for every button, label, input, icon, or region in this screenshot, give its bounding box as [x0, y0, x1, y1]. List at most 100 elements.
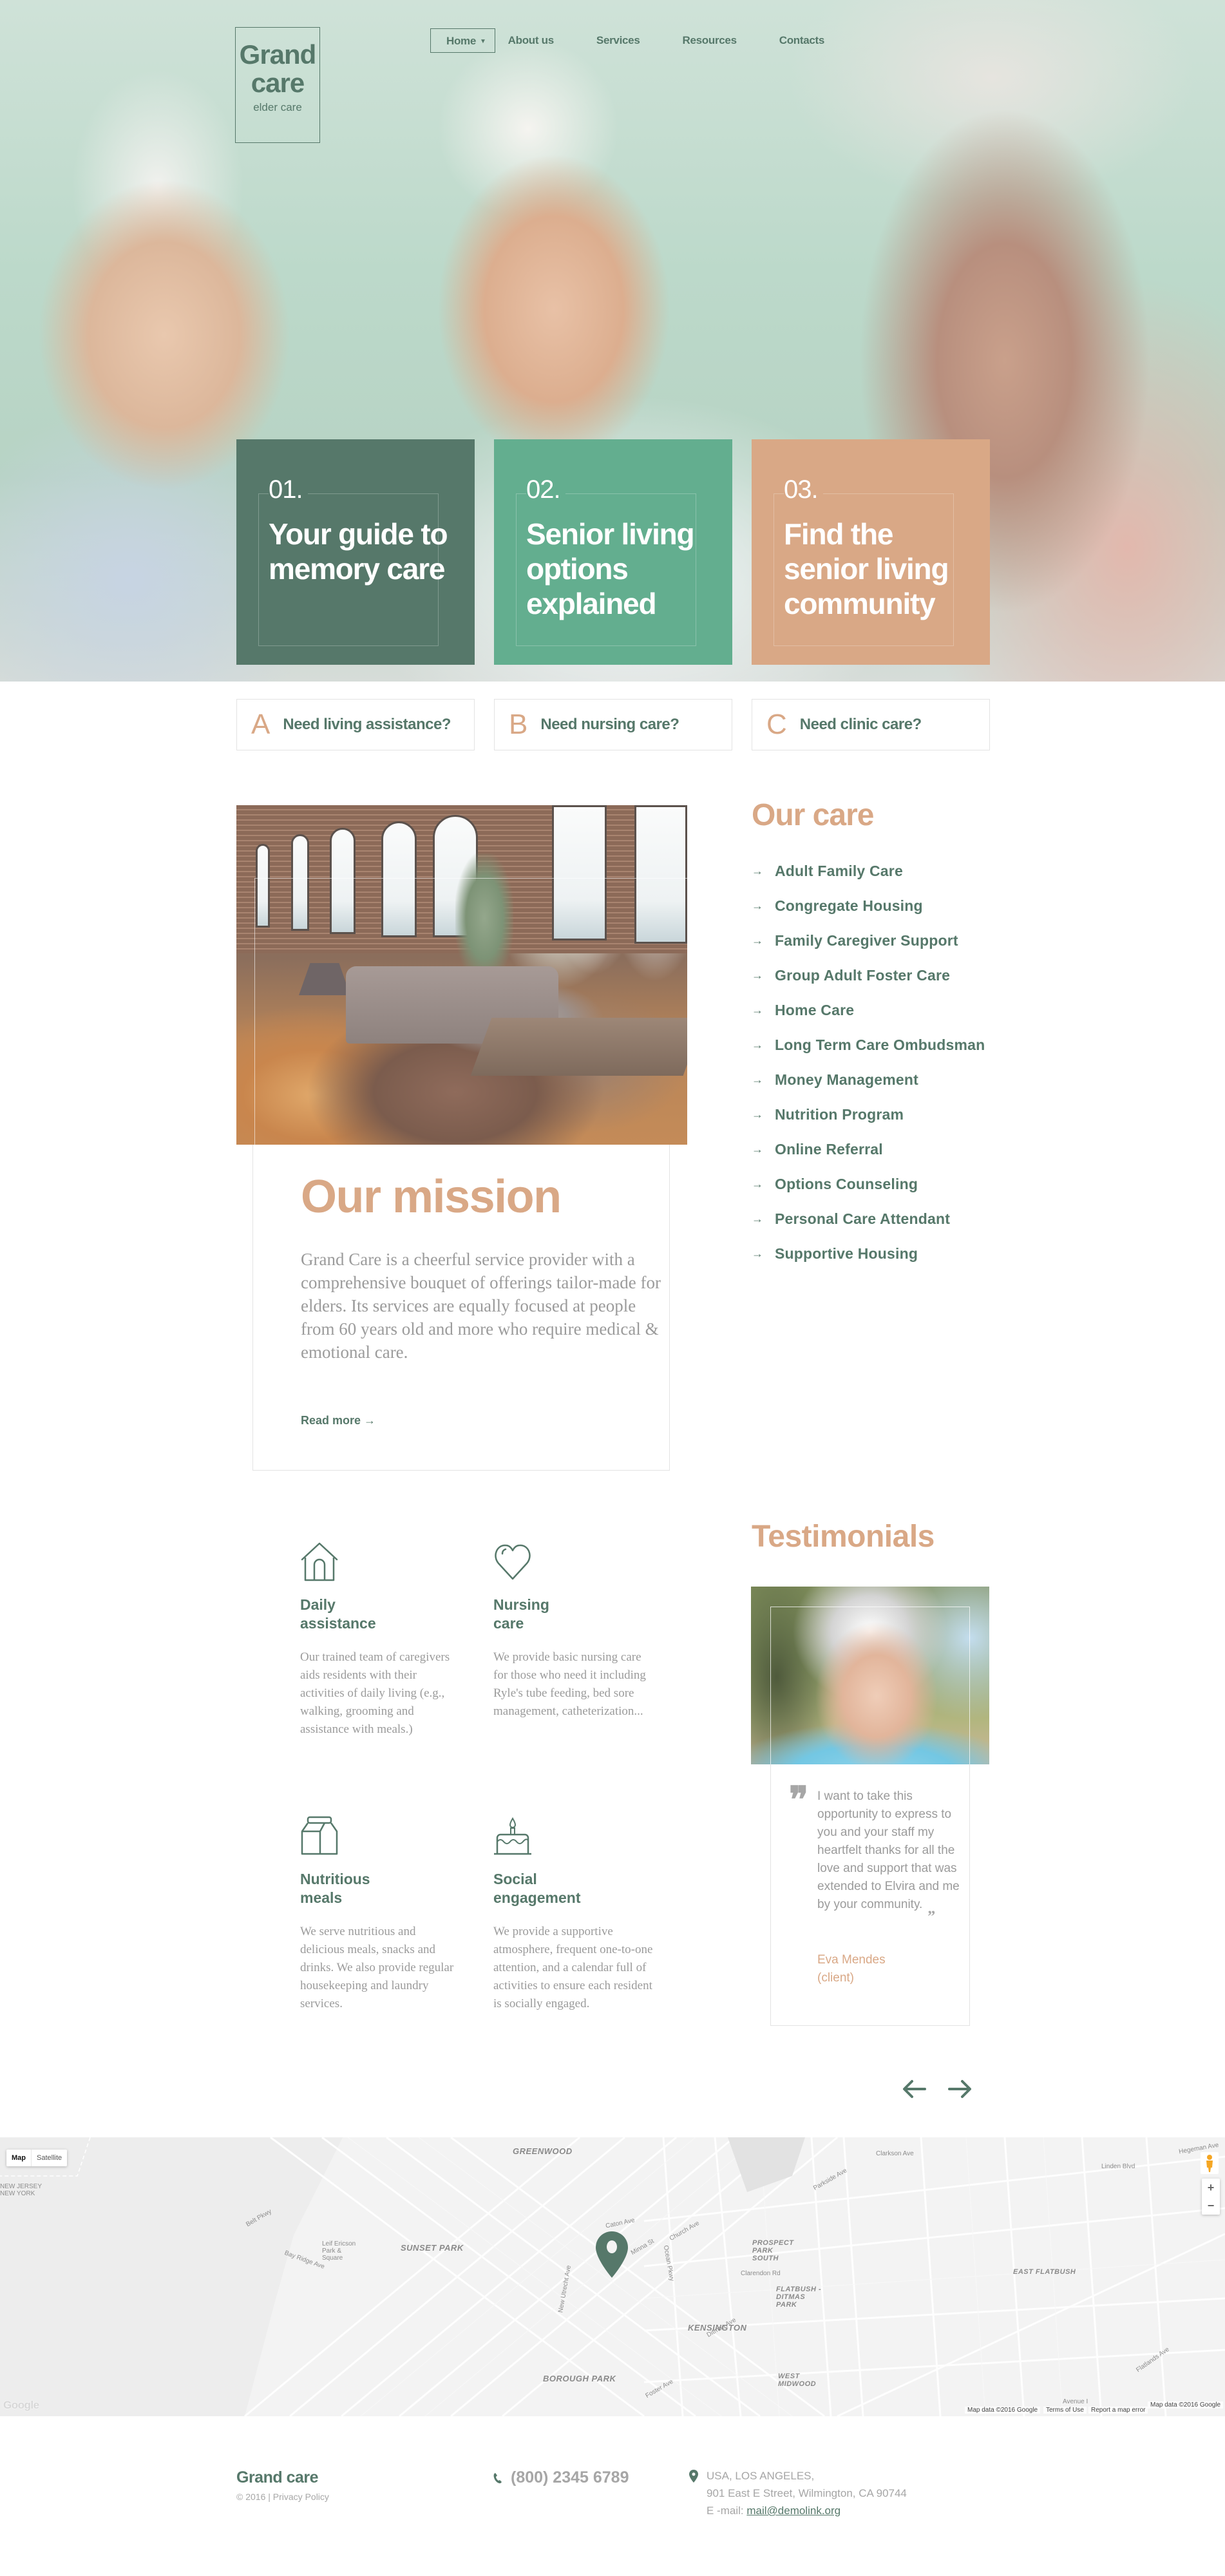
map-area-label: SUNSET PARK: [401, 2243, 464, 2253]
care-list-item[interactable]: → Congregate Housing: [752, 888, 985, 923]
arrow-right-icon: →: [752, 1073, 763, 1086]
logo[interactable]: Grand care elder care: [235, 27, 320, 143]
location-map[interactable]: GREENWOOD SUNSET PARK PROSPECT PARK SOUT…: [0, 2137, 1225, 2416]
feature-social-engagement: Social engagement We provide a supportiv…: [493, 1816, 654, 2013]
privacy-policy-link[interactable]: Privacy Policy: [273, 2492, 329, 2502]
street-view-pegman-icon[interactable]: [1201, 2152, 1219, 2174]
map-area-label: FLATBUSH - DITMAS PARK: [776, 2285, 822, 2309]
address-line-1: USA, LOS ANGELES,: [707, 2470, 815, 2482]
mission-title: Our mission: [301, 1171, 562, 1223]
care-list-item[interactable]: → Home Care: [752, 993, 985, 1027]
care-item-label: Nutrition Program: [775, 1105, 904, 1123]
question-letter: C: [766, 709, 787, 740]
arrow-right-icon: →: [752, 1177, 763, 1190]
client-photo: [751, 1587, 989, 1764]
phone-number[interactable]: (800) 2345 6789: [511, 2468, 629, 2487]
map-street-label: Clarkson Ave: [876, 2150, 914, 2157]
map-area-label: WEST MIDWOOD: [778, 2372, 817, 2388]
arrow-right-icon: →: [752, 899, 763, 912]
living-room-image: [236, 805, 687, 1145]
care-list-item[interactable]: → Long Term Care Ombudsman: [752, 1027, 985, 1062]
birthday-cake-icon: [494, 1817, 531, 1855]
map-area-label: PROSPECT PARK SOUTH: [752, 2239, 794, 2262]
zoom-out-icon[interactable]: −: [1202, 2197, 1220, 2215]
map-zoom-control: + −: [1202, 2179, 1220, 2215]
testimonial-text: I want to take this opportunity to expre…: [817, 1789, 960, 1917]
next-arrow-icon[interactable]: [947, 2077, 973, 2101]
card-title: Your guide to memory care: [269, 517, 448, 586]
care-item-label: Home Care: [775, 1001, 855, 1018]
testimonials-title: Testimonials: [752, 1520, 935, 1554]
quote-open-icon: ❞: [789, 1780, 808, 1820]
hero-card-senior-living-options[interactable]: 02. Senior living options explained: [494, 439, 732, 665]
feature-title: Daily assistance: [300, 1596, 376, 1632]
caret-down-icon: ▼: [480, 38, 486, 45]
satellite-view-button[interactable]: Satellite: [31, 2150, 67, 2166]
hero-card-memory-care[interactable]: 01. Your guide to memory care: [236, 439, 475, 665]
feature-title: Social engagement: [493, 1871, 581, 1906]
map-area-label: GREENWOOD: [513, 2146, 573, 2156]
email-line: E -mail: mail@demolink.org: [707, 2504, 841, 2517]
arrow-right-icon: →: [752, 933, 763, 947]
map-view-button[interactable]: Map: [6, 2150, 31, 2166]
feature-text: We provide basic nursing care for those …: [493, 1650, 646, 1718]
prev-arrow-icon[interactable]: [902, 2077, 927, 2101]
nav-resources[interactable]: Resources: [682, 28, 737, 53]
nav-services[interactable]: Services: [596, 28, 640, 53]
testimonial-author: Eva Mendes: [817, 1953, 886, 1967]
footer-address: USA, LOS ANGELES, 901 East E Street, Wil…: [689, 2467, 907, 2519]
care-list-item[interactable]: → Money Management: [752, 1062, 985, 1097]
map-attribution-right: Map data ©2016 Google: [1148, 2401, 1224, 2409]
care-list-item[interactable]: → Adult Family Care: [752, 854, 985, 888]
care-list-item[interactable]: → Family Caregiver Support: [752, 923, 985, 958]
testimonial-card: ❞ I want to take this opportunity to exp…: [770, 1764, 970, 2026]
question-text: Need nursing care?: [540, 716, 679, 733]
map-pin-icon[interactable]: [596, 2231, 628, 2278]
arrow-right-icon: →: [752, 1246, 763, 1260]
read-more-link[interactable]: Read more →: [301, 1414, 375, 1427]
milk-carton-icon: [301, 1816, 338, 1855]
feature-daily-assistance: Daily assistance Our trained team of car…: [300, 1541, 461, 1739]
feature-text: We serve nutritious and delicious meals,…: [300, 1925, 454, 2010]
care-item-label: Options Counseling: [775, 1175, 918, 1192]
map-terms-link[interactable]: Terms of Use: [1043, 2407, 1087, 2414]
hero-card-find-community[interactable]: 03. Find the senior living community: [752, 439, 990, 665]
nav-home[interactable]: Home ▼: [430, 28, 495, 53]
mission-card: Our mission Grand Care is a cheerful ser…: [252, 1145, 670, 1471]
question-nursing-care[interactable]: B Need nursing care?: [494, 699, 732, 750]
care-item-label: Money Management: [775, 1071, 919, 1088]
hero-cards: 01. Your guide to memory care 02. Senior…: [236, 439, 990, 665]
image-frame: [254, 878, 687, 1145]
care-item-label: Personal Care Attendant: [775, 1210, 951, 1227]
feature-nutritious-meals: Nutritious meals We serve nutritious and…: [300, 1816, 461, 2013]
testimonial-slider-nav: [902, 2077, 973, 2101]
care-list-item[interactable]: → Nutrition Program: [752, 1097, 985, 1132]
zoom-in-icon[interactable]: +: [1202, 2179, 1220, 2197]
care-list-item[interactable]: → Supportive Housing: [752, 1236, 985, 1271]
footer-copyright: © 2016 | Privacy Policy: [236, 2492, 329, 2502]
arrow-right-icon: →: [752, 1003, 763, 1016]
arrow-right-icon: →: [752, 1142, 763, 1156]
card-title: Find the senior living community: [784, 517, 949, 620]
hero-section: Grand care elder care Home ▼ About us Ser…: [0, 0, 1225, 682]
care-list-item[interactable]: → Personal Care Attendant: [752, 1201, 985, 1236]
email-link[interactable]: mail@demolink.org: [746, 2504, 840, 2517]
care-questions: A Need living assistance? B Need nursing…: [236, 699, 990, 750]
care-item-label: Online Referral: [775, 1140, 883, 1158]
map-area-label: BOROUGH PARK: [543, 2374, 616, 2383]
question-living-assistance[interactable]: A Need living assistance?: [236, 699, 475, 750]
feature-text: Our trained team of caregivers aids resi…: [300, 1650, 450, 1736]
nav-about-us[interactable]: About us: [508, 28, 555, 53]
care-item-label: Family Caregiver Support: [775, 931, 958, 949]
footer-brand: Grand care: [236, 2468, 319, 2486]
map-street-label: Linden Blvd: [1101, 2163, 1135, 2170]
care-list-item[interactable]: → Group Adult Foster Care: [752, 958, 985, 993]
nav-contacts[interactable]: Contacts: [779, 28, 825, 53]
map-report-link[interactable]: Report a map error: [1088, 2407, 1148, 2414]
feature-nursing-care: Nursing care We provide basic nursing ca…: [493, 1541, 654, 1721]
logo-name: Grand care: [239, 39, 317, 98]
care-list-item[interactable]: → Online Referral: [752, 1132, 985, 1167]
care-item-label: Congregate Housing: [775, 897, 923, 914]
question-clinic-care[interactable]: C Need clinic care?: [752, 699, 990, 750]
care-list-item[interactable]: → Options Counseling: [752, 1167, 985, 1201]
